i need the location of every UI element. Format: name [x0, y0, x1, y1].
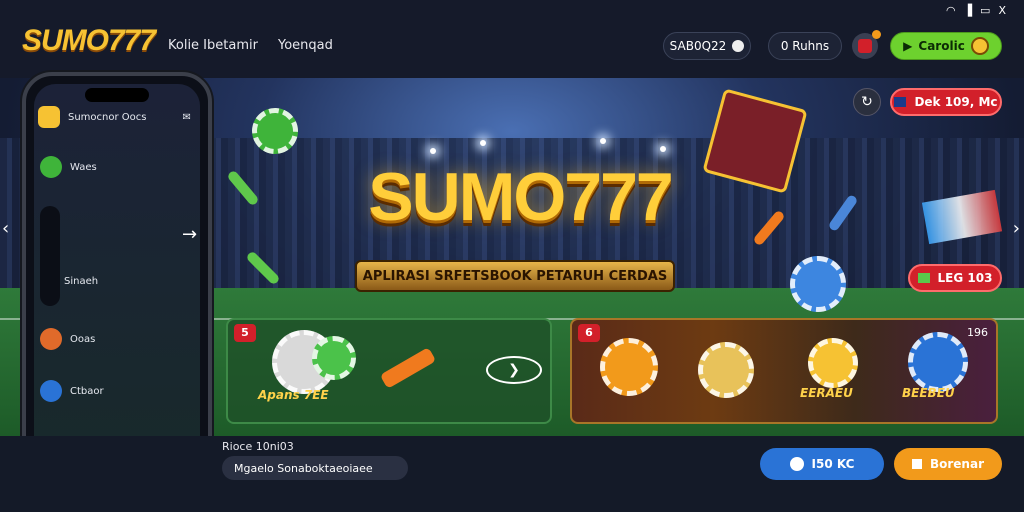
app-icon[interactable]: [38, 106, 60, 128]
phone-menu-label: Ooas: [70, 333, 96, 345]
swipe-arrow-icon: →: [182, 224, 198, 245]
tube-icon: [379, 347, 437, 389]
menu-icon: [40, 328, 62, 350]
phone-menu-item[interactable]: Ooas: [40, 328, 95, 350]
top-bar: SUMO777 Kolie Ibetamir Yoenqad ◠ ▐ ▭ X S…: [0, 0, 1024, 78]
stadium-light: [600, 138, 606, 144]
phone-menu-item[interactable]: Sinaeh: [64, 276, 98, 287]
close-icon[interactable]: X: [998, 4, 1006, 17]
battery-icon: ▭: [980, 4, 991, 17]
balance-code: SAB0Q22: [669, 39, 727, 53]
cta-label: Carolic: [918, 39, 965, 53]
search-value: Mgaelo Sonaboktaeoiaee: [234, 461, 373, 475]
bottom-button-2-label: Borenar: [929, 457, 984, 471]
phone-menu-label: Sinaeh: [64, 276, 99, 287]
brand-logo[interactable]: SUMO777: [22, 24, 156, 58]
promo-card-left[interactable]: 5 Apans 7EE ❯: [226, 318, 552, 424]
ticket-icon: [894, 97, 907, 107]
bell-icon: [858, 39, 872, 53]
notification-badge: [872, 30, 881, 39]
promo-left-label: Apans 7EE: [258, 388, 329, 402]
runs-pill[interactable]: 0 Ruhns: [768, 32, 842, 60]
bottom-button-2[interactable]: Borenar: [894, 448, 1002, 480]
phone-mockup: Sumocnor Oocs ✉ Waes → Sinaeh Ooas Ctbao…: [22, 72, 212, 496]
next-arrow-icon[interactable]: ›: [1013, 218, 1020, 239]
coin-icon: [732, 40, 745, 52]
nav-item-2[interactable]: Yoenqad: [278, 38, 333, 53]
gift-icon: [911, 459, 922, 469]
poker-chip-icon: [790, 256, 846, 312]
avatar: [970, 37, 989, 55]
hero-side-button-label: LEG 103: [937, 271, 993, 285]
stadium-light: [480, 140, 486, 146]
shield-icon: [789, 457, 804, 471]
promo-right-count: 196: [967, 326, 988, 339]
hero-side-button[interactable]: LEG 103: [908, 264, 1002, 292]
phone-menu-label: Ctbaor: [70, 385, 104, 397]
phone-notch: [85, 88, 149, 102]
coin-stack-icon: [698, 342, 754, 398]
bottom-bar: Rioce 10ni03 Mgaelo Sonaboktaeoiaee I50 …: [0, 436, 1024, 512]
wifi-icon: ◠: [945, 4, 956, 17]
stadium-light: [660, 146, 666, 152]
phone-screen: Sumocnor Oocs ✉ Waes → Sinaeh Ooas Ctbao…: [34, 84, 200, 484]
poker-chip-icon: [908, 332, 968, 392]
balance-pill[interactable]: SAB0Q22: [663, 32, 751, 60]
next-promo-icon[interactable]: ❯: [486, 356, 542, 384]
play-icon: ▶: [903, 39, 913, 53]
notification-button[interactable]: [852, 30, 881, 59]
menu-icon: [40, 380, 62, 402]
promo-right-label-2: BEEBEU: [902, 386, 955, 400]
tag-icon: [917, 273, 930, 283]
mail-icon[interactable]: ✉: [183, 112, 191, 123]
poker-chip-icon: [808, 338, 858, 388]
phone-header-label: Sumocnor Oocs: [68, 111, 147, 123]
prev-arrow-icon[interactable]: ‹: [2, 218, 9, 239]
signal-icon: ▐: [963, 4, 973, 17]
phone-side-slider[interactable]: [40, 206, 60, 306]
hero-tagline: APLIRASI SRFETSBOOK PETARUH CERDAS: [355, 260, 675, 292]
phone-menu-item[interactable]: Waes: [40, 156, 97, 178]
stadium-light: [430, 148, 436, 154]
phone-menu-item[interactable]: Ctbaor: [40, 380, 104, 402]
promo-right-label-1: EERAEU: [800, 386, 853, 400]
poker-chip-icon: [312, 336, 356, 380]
hero-top-button[interactable]: Dek 109, Mc: [890, 88, 1002, 116]
hero-top-button-label: Dek 109, Mc: [914, 95, 998, 109]
status-bar: ◠ ▐ ▭ X: [946, 4, 1006, 17]
cta-button[interactable]: ▶ Carolic: [890, 32, 1002, 60]
promo-badge: 6: [578, 324, 600, 342]
nav-item-1[interactable]: Kolie Ibetamir: [168, 38, 258, 53]
refresh-icon: ↻: [861, 94, 873, 110]
promo-card-right[interactable]: 6 EERAEU BEEBEU 196: [570, 318, 998, 424]
phone-menu-label: Waes: [70, 161, 97, 173]
menu-icon: [40, 156, 62, 178]
bottom-button-1-label: I50 KC: [811, 457, 855, 471]
bottom-button-1[interactable]: I50 KC: [760, 448, 884, 480]
hero-title: SUMO777: [368, 159, 673, 235]
refresh-button[interactable]: ↻: [853, 88, 881, 116]
promo-badge: 5: [234, 324, 256, 342]
poker-chip-icon: [600, 338, 658, 396]
search-field[interactable]: Mgaelo Sonaboktaeoiaee: [222, 456, 408, 480]
bottom-heading: Rioce 10ni03: [222, 440, 294, 453]
phone-header: Sumocnor Oocs ✉: [38, 106, 191, 128]
